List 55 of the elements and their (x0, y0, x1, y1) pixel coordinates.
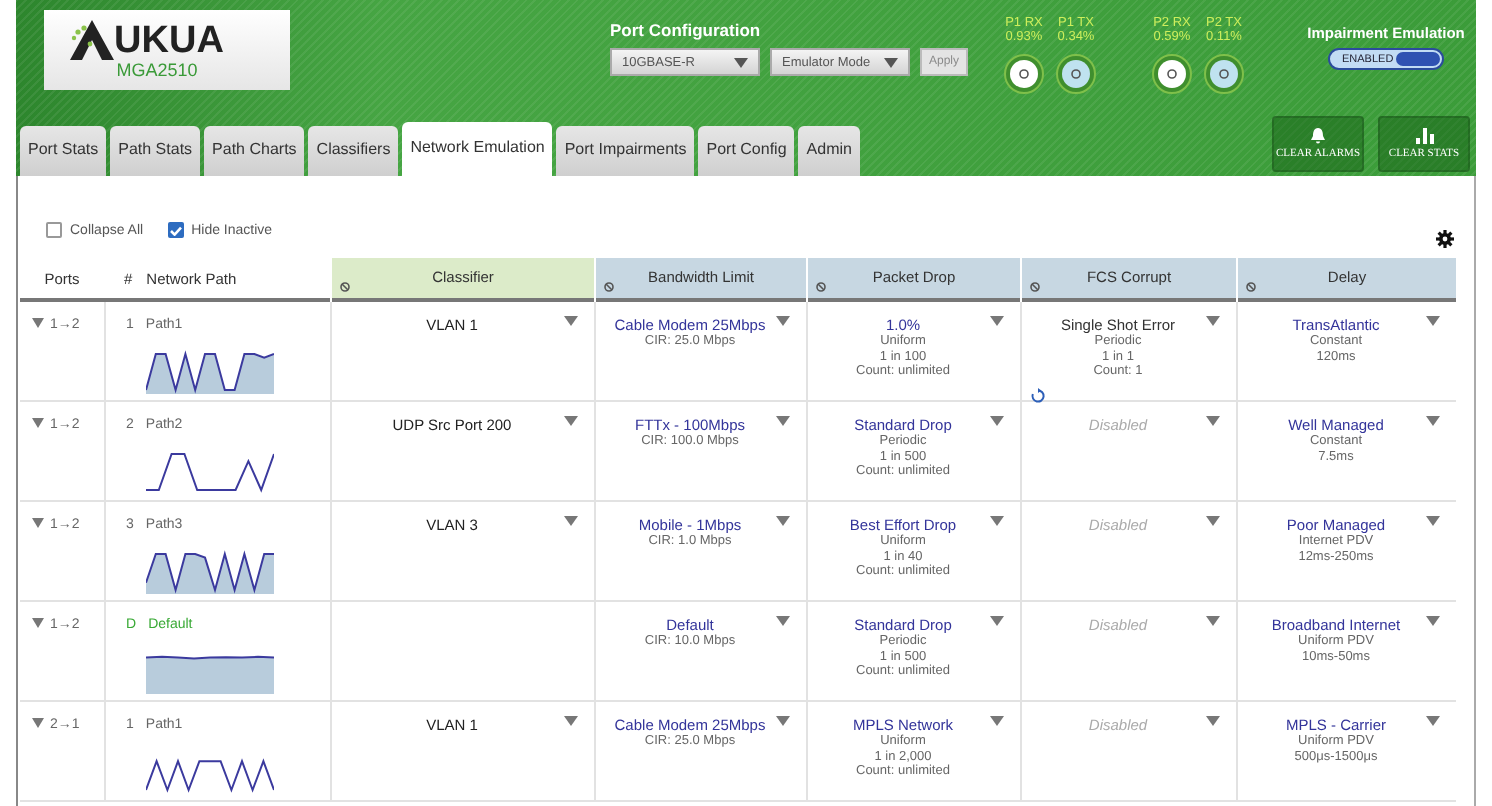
dropdown-icon[interactable] (990, 516, 1004, 526)
collapse-icon[interactable] (32, 718, 44, 728)
tab[interactable]: Port Stats (20, 126, 107, 176)
circle-slash-icon[interactable] (1030, 282, 1040, 292)
dropdown-icon[interactable] (776, 516, 790, 526)
dropdown-icon (884, 57, 898, 67)
dropdown-icon[interactable] (776, 416, 790, 426)
logo-mark-icon (70, 20, 115, 60)
tab[interactable]: Classifiers (308, 126, 399, 176)
dropdown-icon[interactable] (1206, 416, 1220, 426)
collapse-icon[interactable] (32, 418, 44, 428)
collapse-icon[interactable] (32, 618, 44, 628)
dropdown-icon[interactable] (1206, 716, 1220, 726)
dropdown-icon[interactable] (776, 316, 790, 326)
dropdown-icon[interactable] (776, 716, 790, 726)
tab[interactable]: Port Config (698, 126, 795, 176)
dropdown-icon[interactable] (1206, 516, 1220, 526)
model-name: MGA2510 (116, 60, 198, 80)
dropdown-icon[interactable] (1206, 316, 1220, 326)
dropdown-icon[interactable] (564, 416, 578, 426)
dropdown-icon (734, 57, 748, 67)
circle-slash-icon[interactable] (340, 282, 350, 292)
traffic-sparkline (146, 545, 274, 593)
dropdown-icon[interactable] (990, 616, 1004, 626)
dropdown-icon[interactable] (564, 516, 578, 526)
tab[interactable]: Path Stats (110, 126, 201, 176)
dropdown-icon[interactable] (1426, 616, 1440, 626)
checkbox[interactable] (46, 222, 62, 238)
tab[interactable]: Path Charts (204, 126, 305, 176)
dropdown-icon[interactable] (1426, 516, 1440, 526)
dropdown-icon[interactable] (564, 716, 578, 726)
reset-icon[interactable] (1030, 387, 1046, 403)
dropdown-icon[interactable] (776, 616, 790, 626)
dropdown-icon[interactable] (990, 416, 1004, 426)
circle-slash-icon[interactable] (1246, 282, 1256, 292)
dropdown-icon[interactable] (564, 316, 578, 326)
tab[interactable]: Admin (798, 126, 860, 176)
section-title: Port Configuration (610, 20, 763, 40)
dropdown-icon[interactable] (990, 316, 1004, 326)
tab[interactable]: Network Emulation (402, 122, 553, 176)
collapse-icon[interactable] (32, 518, 44, 528)
dropdown-icon[interactable] (1426, 716, 1440, 726)
logo-name: UKUA (114, 24, 224, 60)
dropdown-icon[interactable] (1206, 616, 1220, 626)
tab[interactable]: Port Impairments (556, 126, 695, 176)
traffic-sparkline (146, 345, 274, 393)
settings-icon[interactable] (1436, 229, 1454, 247)
bar-chart-icon (1415, 128, 1433, 144)
dropdown-icon[interactable] (990, 716, 1004, 726)
collapse-icon[interactable] (32, 318, 44, 328)
dropdown-icon[interactable] (1426, 316, 1440, 326)
circle-slash-icon[interactable] (816, 282, 826, 292)
circle-slash-icon[interactable] (604, 282, 614, 292)
bell-icon (1310, 128, 1326, 144)
dropdown-icon[interactable] (1426, 416, 1440, 426)
